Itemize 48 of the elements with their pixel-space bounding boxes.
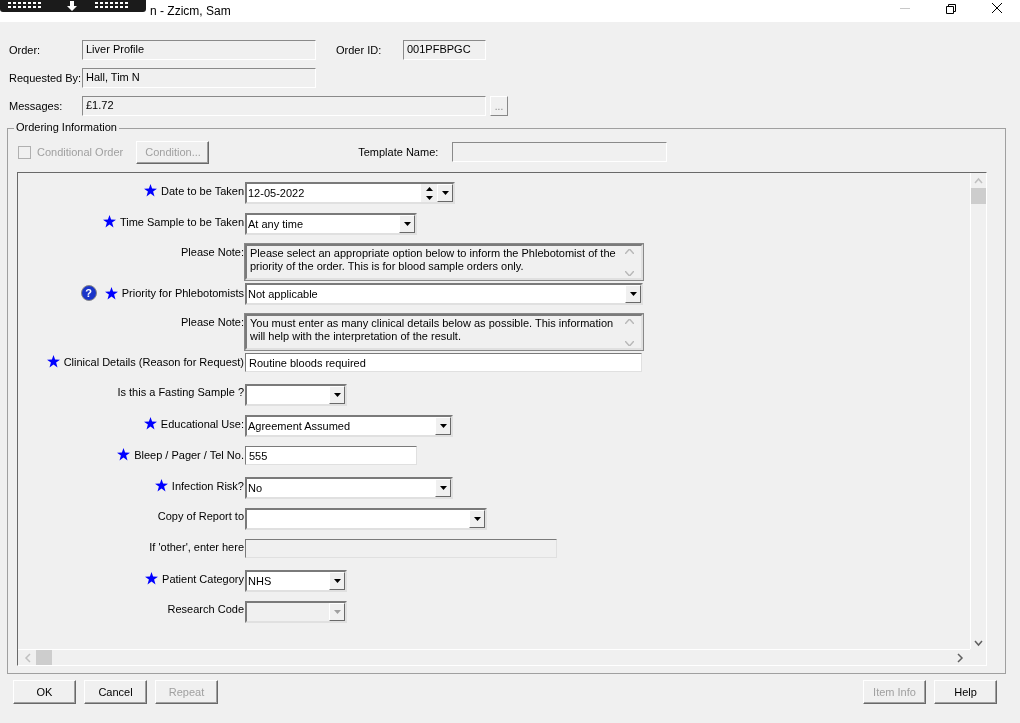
browse-button[interactable]: ... — [490, 96, 508, 116]
vertical-scrollbar[interactable] — [970, 173, 986, 649]
help-icon[interactable]: ? — [80, 285, 97, 301]
field-label: Template Name: — [358, 146, 439, 158]
field-label: Bleep / Pager / Tel No. — [134, 448, 244, 461]
scroll-thumb[interactable] — [36, 650, 52, 665]
horizontal-scrollbar[interactable] — [18, 649, 970, 665]
field-label: Educational Use: — [160, 417, 244, 430]
field-label: Clinical Details (Reason for Request) — [63, 355, 244, 368]
messages-field: £1.72 — [82, 96, 486, 116]
field-label: Requested By: — [9, 72, 82, 84]
field-label: If 'other', enter here — [149, 541, 244, 553]
scroll-thumb[interactable] — [971, 188, 986, 204]
dropdown-field[interactable]: No — [245, 477, 453, 499]
requested-by-field: Hall, Tim N — [82, 68, 316, 88]
note-text: You must enter as many clinical details below as possible. This information will help with the interpretation of the result. — [250, 317, 615, 344]
dropdown-field[interactable] — [245, 508, 487, 530]
field-label: Priority for Phlebotomists — [121, 287, 244, 299]
dropdown-field[interactable] — [245, 384, 347, 406]
field-label: Please Note: — [181, 246, 244, 258]
field-label: Please Note: — [181, 316, 244, 328]
dialog-button[interactable]: Help — [934, 680, 997, 704]
field-label: Research Code — [167, 603, 244, 615]
field-label: Infection Risk? — [171, 479, 244, 492]
dropdown-field[interactable]: Not applicable — [245, 283, 643, 305]
date-field[interactable]: 12-05-2022 — [245, 182, 455, 204]
field-label: Is this a Fasting Sample ? — [117, 386, 244, 398]
dropdown-field[interactable]: NHS — [245, 570, 347, 592]
field-label: Order ID: — [336, 44, 383, 56]
scroll-right-icon[interactable] — [954, 651, 966, 664]
order-id-field: 001PFBPGC — [403, 40, 486, 60]
field-label: Copy of Report to — [157, 510, 244, 522]
order-field: Liver Profile — [82, 40, 316, 60]
group-title: Ordering Information — [14, 121, 119, 133]
dialog-button[interactable]: Cancel — [84, 680, 147, 704]
dropdown-field[interactable]: Agreement Assumed — [245, 415, 453, 437]
dialog-button[interactable]: OK — [13, 680, 76, 704]
field-label: Order: — [9, 44, 42, 56]
spin-arrows-icon[interactable] — [421, 184, 437, 202]
window-title: n - Zzicm, Sam — [150, 4, 231, 18]
text-field[interactable]: Routine bloods required — [245, 353, 642, 372]
field-label: Messages: — [9, 100, 64, 112]
field-label: Date to be Taken — [161, 184, 244, 197]
field-label: Time Sample to be Taken — [119, 215, 244, 228]
field-label: Patient Category — [162, 572, 244, 585]
note-text: Please select an appropriate option below to inform the Phlebotomist of the priority of the order. This is for blood sample orders only. — [250, 247, 617, 274]
text-field[interactable]: 555 — [245, 446, 417, 465]
dropdown-field[interactable]: At any time — [245, 213, 417, 235]
